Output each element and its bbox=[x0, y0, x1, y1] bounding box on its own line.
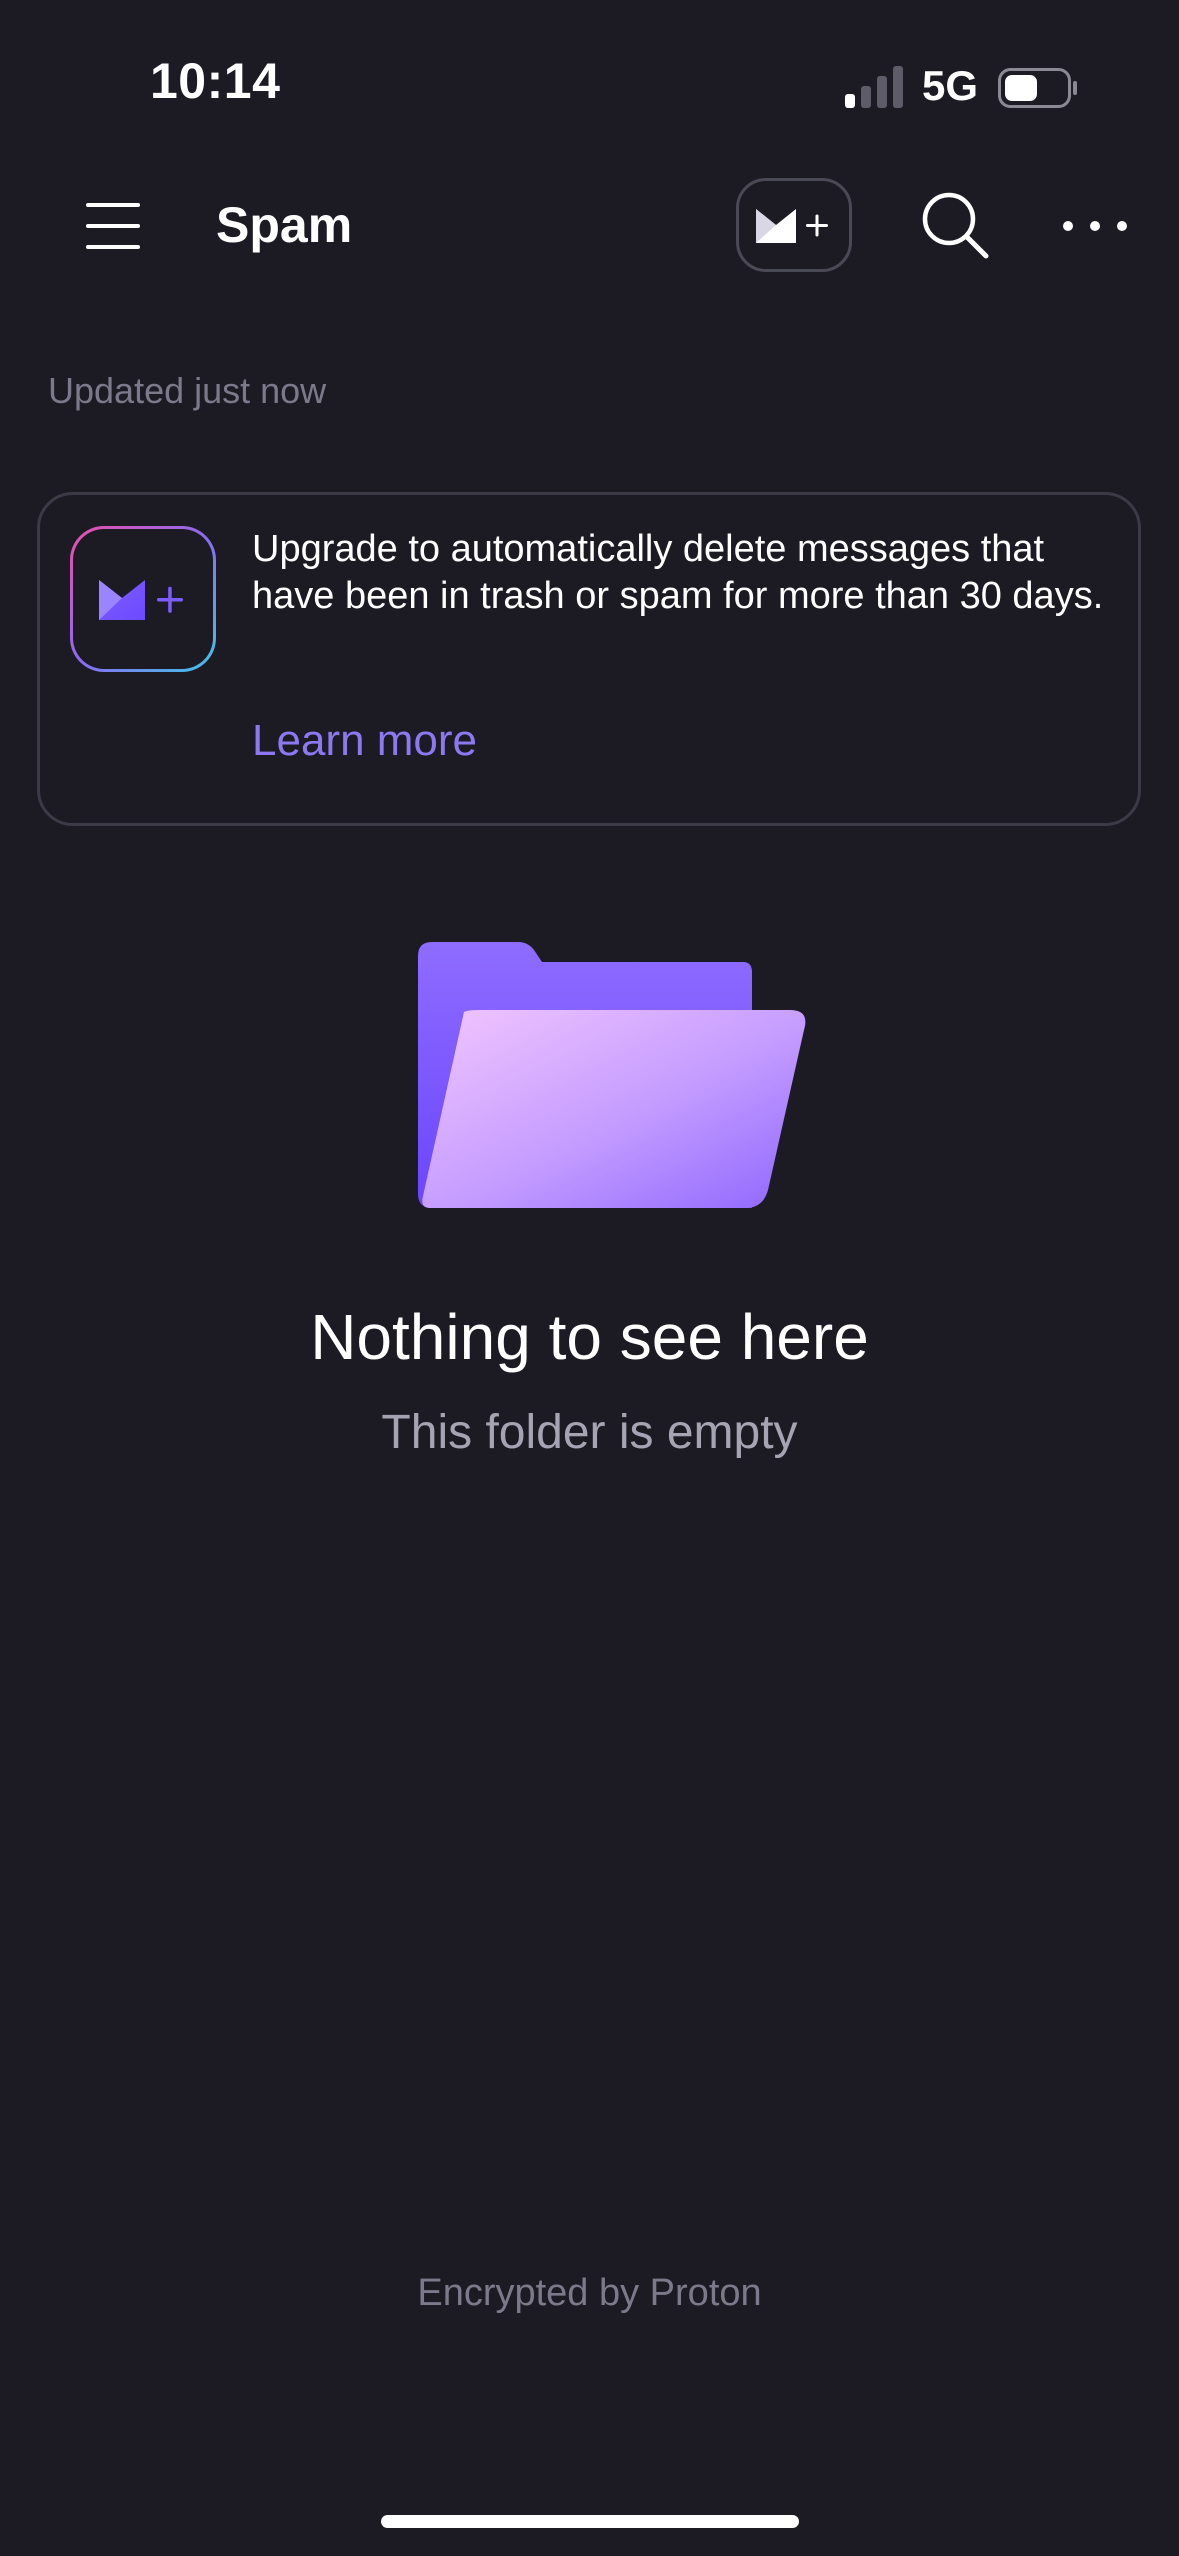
status-time: 10:14 bbox=[150, 53, 281, 109]
home-indicator[interactable] bbox=[381, 2515, 799, 2528]
page-title: Spam bbox=[216, 197, 353, 253]
last-updated-text: Updated just now bbox=[48, 370, 327, 411]
mail-plus-logo bbox=[70, 526, 216, 672]
empty-state-title: Nothing to see here bbox=[310, 1301, 869, 1373]
upgrade-button[interactable] bbox=[736, 178, 852, 272]
mail-plus-icon bbox=[756, 209, 828, 243]
more-horizontal-icon[interactable] bbox=[1060, 214, 1130, 238]
search-icon[interactable] bbox=[920, 190, 990, 260]
signal-strength-icon bbox=[845, 66, 903, 108]
folder-icon bbox=[418, 942, 806, 1208]
battery-icon bbox=[998, 68, 1077, 108]
hamburger-menu-icon[interactable] bbox=[86, 202, 140, 250]
network-type: 5G bbox=[922, 62, 979, 109]
banner-message: Upgrade to automatically delete messages… bbox=[252, 528, 1104, 617]
empty-state-subtitle: This folder is empty bbox=[381, 1406, 798, 1459]
mail-plus-icon bbox=[99, 580, 183, 620]
encryption-footer: Encrypted by Proton bbox=[417, 2272, 762, 2314]
learn-more-link[interactable]: Learn more bbox=[252, 716, 477, 766]
